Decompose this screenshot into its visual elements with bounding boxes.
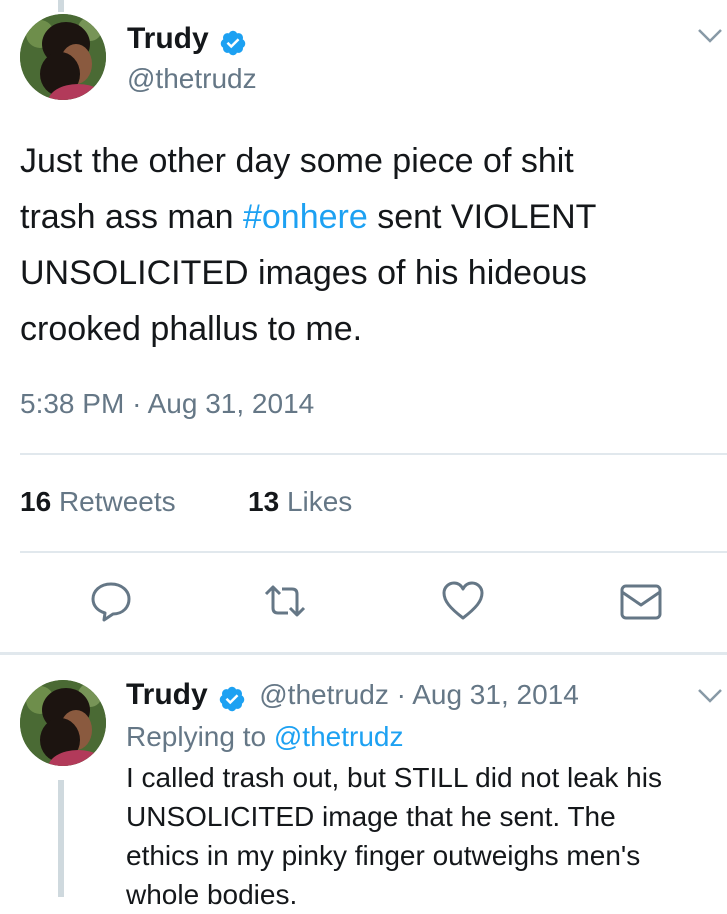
author-name[interactable]: Trudy [127, 22, 209, 56]
tweet-text: Just the other day some piece of shit tr… [20, 133, 710, 357]
divider [20, 551, 727, 553]
reply-text-line: whole bodies. [126, 879, 298, 910]
reply-author-name[interactable]: Trudy [126, 678, 208, 711]
verified-badge-icon [218, 685, 246, 713]
author-handle[interactable]: @thetrudz [127, 63, 257, 95]
reply-text-line: ethics in my pinky finger outweighs men'… [126, 840, 641, 871]
chevron-down-icon[interactable] [697, 688, 723, 704]
mention-link[interactable]: @thetrudz [274, 721, 404, 752]
reply-meta: Trudy @thetrudz · Aug 31, 2014 [126, 678, 579, 711]
reply-text-line: I called trash out, but STILL did not le… [126, 762, 662, 793]
tweet-separator [0, 652, 727, 655]
tweet-text-line-3: UNSOLICITED images of his hideous [20, 254, 587, 292]
likes-stat[interactable]: 13 Likes [248, 486, 352, 518]
thread-connector-line [58, 0, 64, 12]
chevron-down-icon[interactable] [697, 28, 723, 44]
envelope-icon[interactable] [618, 578, 664, 624]
tweet-text-line-2: trash ass man #onhere sent VIOLENT [20, 198, 597, 236]
reply-avatar[interactable] [20, 680, 106, 766]
thread-connector-line [58, 780, 64, 897]
reply-author-handle[interactable]: @thetrudz [259, 679, 389, 710]
tweet-text-line-1: Just the other day some piece of shit [20, 142, 574, 180]
tweet-timestamp[interactable]: 5:38 PM · Aug 31, 2014 [20, 388, 314, 420]
avatar-photo [20, 680, 106, 766]
avatar[interactable] [20, 14, 106, 100]
heart-icon[interactable] [440, 578, 486, 624]
hashtag-link[interactable]: #onhere [243, 198, 368, 236]
reply-date[interactable]: Aug 31, 2014 [412, 679, 579, 710]
reply-icon[interactable] [88, 578, 134, 624]
reply-text: I called trash out, but STILL did not le… [126, 758, 726, 914]
verified-badge-icon [219, 29, 247, 57]
retweets-stat[interactable]: 16 Retweets [20, 486, 176, 518]
retweet-icon[interactable] [262, 578, 308, 624]
reply-text-line: UNSOLICITED image that he sent. The [126, 801, 616, 832]
avatar-photo [20, 14, 106, 100]
tweet-text-line-4: crooked phallus to me. [20, 310, 363, 348]
divider [20, 453, 727, 455]
replying-to: Replying to @thetrudz [126, 721, 404, 752]
